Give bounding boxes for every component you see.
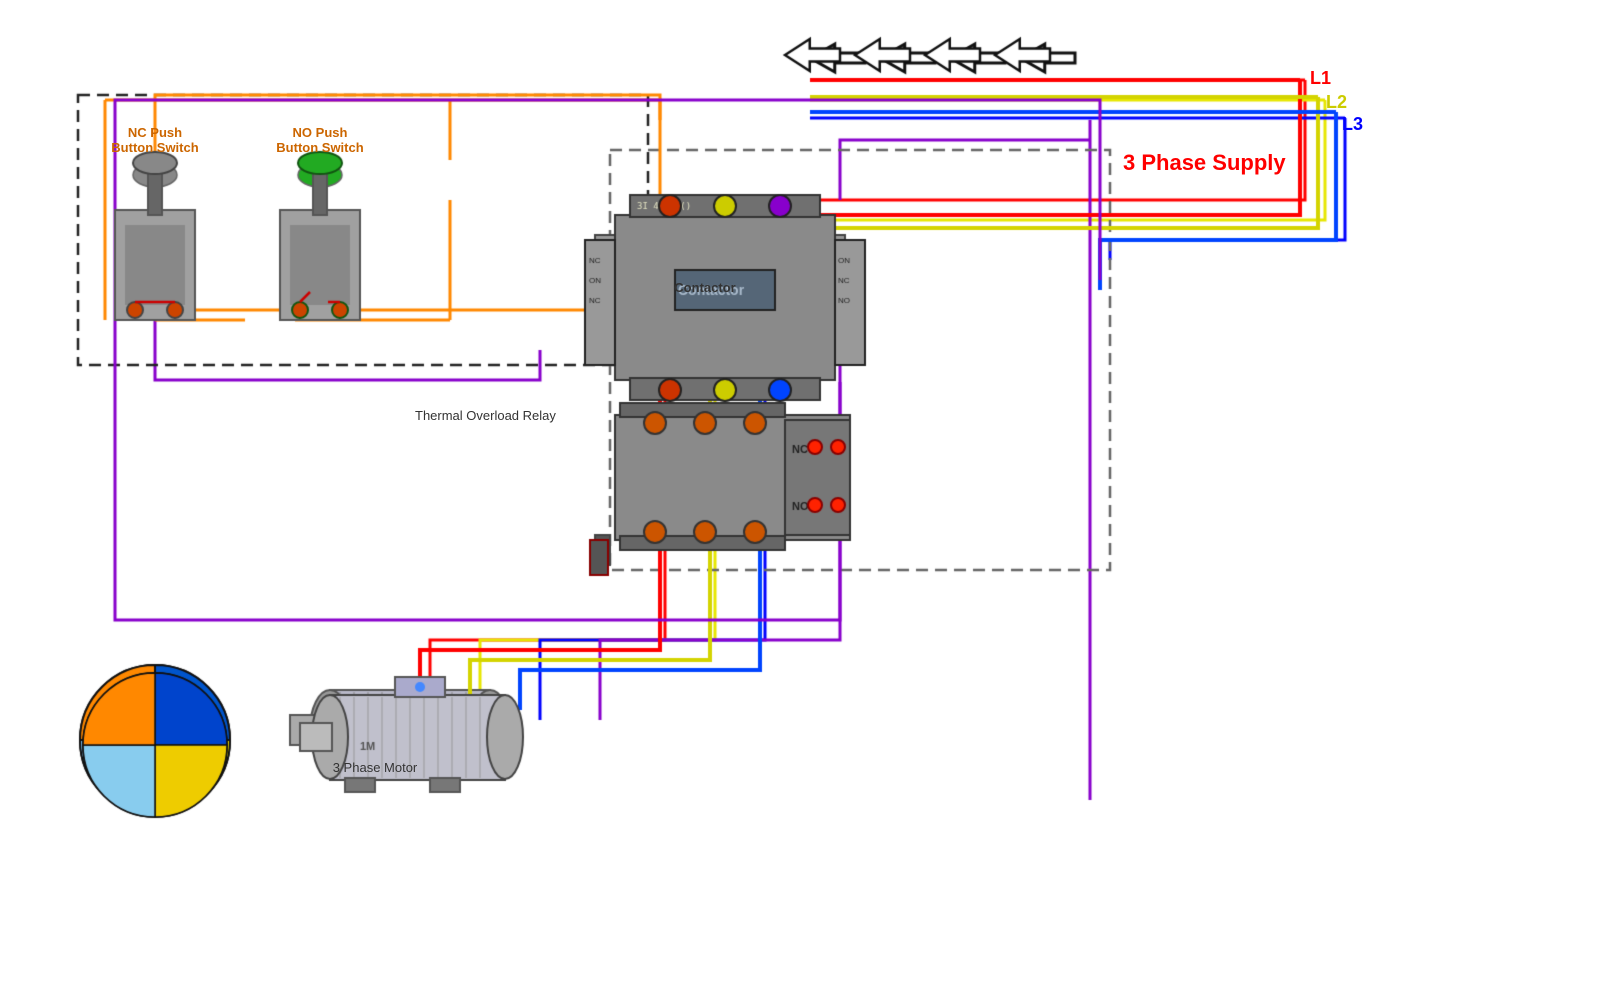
thermal-relay-label: Thermal Overload Relay (415, 408, 556, 423)
L2-label: L2 (1326, 92, 1347, 113)
three-phase-supply-label: 3 Phase Supply (1123, 150, 1286, 176)
L3-label: L3 (1342, 114, 1363, 135)
no-switch-label: NO PushButton Switch (270, 125, 370, 155)
motor-label: 3 Phase Motor (310, 760, 440, 775)
contactor-label: Contactor (660, 280, 750, 295)
L1-label: L1 (1310, 68, 1331, 89)
nc-switch-label: NC PushButton Switch (105, 125, 205, 155)
